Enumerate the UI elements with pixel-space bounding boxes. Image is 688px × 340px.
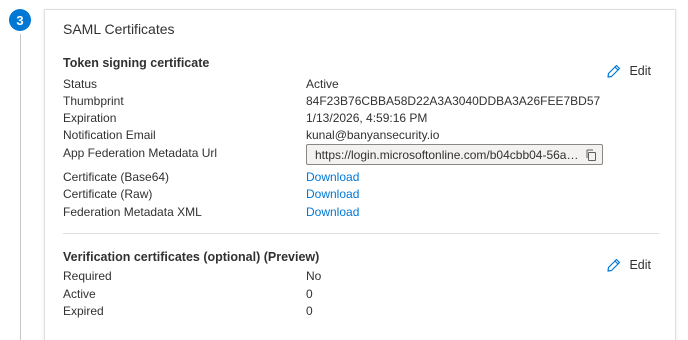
verification-section-title: Verification certificates (optional) (Pr…	[63, 250, 320, 264]
expiration-value: 1/13/2026, 4:59:16 PM	[306, 111, 428, 125]
notification-email-label: Notification Email	[63, 128, 156, 142]
metadata-url-field[interactable]: https://login.microsoftonline.com/b04cbb…	[306, 144, 603, 165]
cert-raw-label: Certificate (Raw)	[63, 187, 153, 201]
active-label: Active	[63, 287, 96, 301]
step-number-badge: 3	[9, 9, 31, 31]
edit-label: Edit	[629, 64, 651, 78]
expired-label: Expired	[63, 304, 104, 318]
saml-certificates-step: 3 SAML Certificates Token signing certif…	[0, 0, 688, 340]
required-label: Required	[63, 269, 112, 283]
cert-raw-download-link[interactable]: Download	[306, 187, 359, 201]
expired-row: Expired 0	[63, 304, 663, 321]
metadata-url-label: App Federation Metadata Url	[63, 146, 218, 160]
notification-email-row: Notification Email kunal@banyansecurity.…	[63, 128, 663, 145]
expiration-label: Expiration	[63, 111, 117, 125]
expiration-row: Expiration 1/13/2026, 4:59:16 PM	[63, 111, 663, 128]
cert-base64-row: Certificate (Base64) Download	[63, 170, 663, 187]
federation-xml-label: Federation Metadata XML	[63, 205, 202, 219]
expired-value: 0	[306, 304, 313, 318]
federation-xml-row: Federation Metadata XML Download	[63, 205, 663, 222]
active-value: 0	[306, 287, 313, 301]
status-row: Status Active	[63, 77, 663, 94]
saml-certificates-card: SAML Certificates Token signing certific…	[44, 9, 676, 340]
token-signing-section-title: Token signing certificate	[63, 56, 210, 70]
notification-email-value: kunal@banyansecurity.io	[306, 128, 440, 142]
thumbprint-row: Thumbprint 84F23B76CBBA58D22A3A3040DDBA3…	[63, 94, 663, 111]
step-number: 3	[16, 12, 24, 28]
status-value: Active	[306, 77, 339, 91]
cert-base64-download-link[interactable]: Download	[306, 170, 359, 184]
section-divider	[63, 233, 659, 234]
status-label: Status	[63, 77, 98, 91]
thumbprint-label: Thumbprint	[63, 94, 124, 108]
card-title: SAML Certificates	[63, 21, 175, 37]
cert-base64-label: Certificate (Base64)	[63, 170, 170, 184]
active-row: Active 0	[63, 287, 663, 304]
federation-xml-download-link[interactable]: Download	[306, 205, 359, 219]
step-connector-line	[20, 34, 21, 340]
required-row: Required No	[63, 269, 663, 286]
cert-raw-row: Certificate (Raw) Download	[63, 187, 663, 204]
thumbprint-value: 84F23B76CBBA58D22A3A3040DDBA3A26FEE7BD57	[306, 94, 601, 108]
copy-icon[interactable]	[580, 145, 602, 164]
metadata-url-value: https://login.microsoftonline.com/b04cbb…	[315, 147, 580, 162]
required-value: No	[306, 269, 322, 283]
